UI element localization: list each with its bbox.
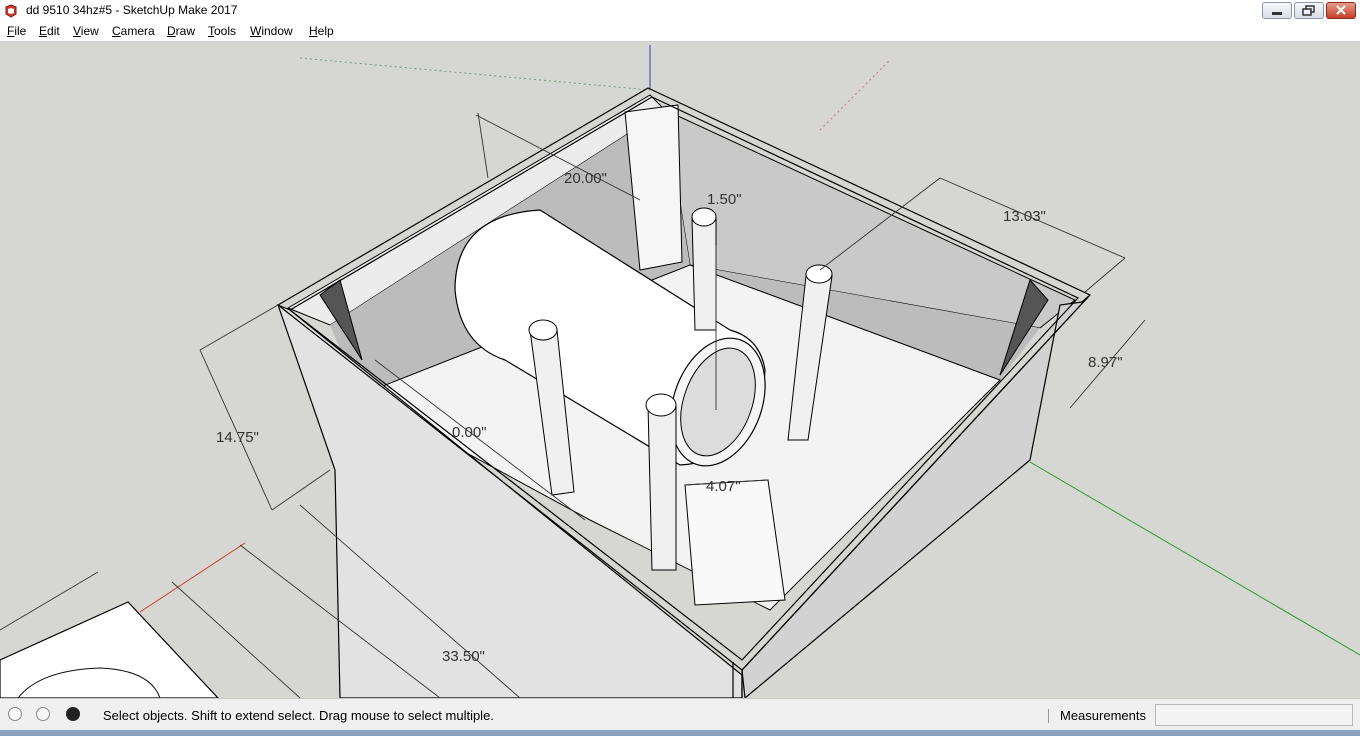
minimize-icon (1272, 12, 1282, 15)
restore-button[interactable] (1294, 2, 1324, 19)
menu-bar: File Edit View Camera Draw Tools Window … (0, 22, 1360, 42)
port-slot[interactable] (684, 479, 786, 606)
restore-icon (1302, 5, 1315, 16)
close-icon (1336, 5, 1346, 15)
menu-help[interactable]: Help (309, 24, 334, 38)
red-axis (139, 542, 246, 613)
dim-1-5-label: 1.50" (707, 191, 742, 208)
measurements-input[interactable] (1155, 704, 1353, 726)
menu-draw[interactable]: Draw (167, 24, 195, 38)
red-axis-dotted (819, 59, 891, 131)
geo-location-icon[interactable] (8, 707, 22, 721)
green-axis-dotted (299, 57, 651, 91)
measurements-label: Measurements (1060, 708, 1146, 723)
model-scene[interactable]: 20.00" 13.03" 1.50" 8.97" 14.75" 0.00" 4… (0, 42, 1360, 698)
menu-tools[interactable]: Tools (208, 24, 236, 38)
minimize-button[interactable] (1262, 2, 1292, 19)
info-icon[interactable] (36, 707, 50, 721)
status-separator (1048, 709, 1049, 723)
menu-file[interactable]: File (7, 24, 26, 38)
dim-33-5-label: 33.50" (442, 648, 485, 665)
green-axis (1029, 461, 1360, 656)
close-button[interactable] (1326, 2, 1356, 19)
user-icon[interactable] (66, 707, 80, 721)
dim-13-label: 13.03" (1003, 208, 1046, 225)
dim-4-07-label: 4.07" (706, 478, 741, 495)
taskbar-edge (0, 730, 1360, 736)
3d-viewport[interactable]: 20.00" 13.03" 1.50" 8.97" 14.75" 0.00" 4… (0, 42, 1360, 698)
menu-view[interactable]: View (73, 24, 99, 38)
dim-20-label: 20.00" (564, 170, 607, 187)
dim-14-75-label: 14.75" (216, 429, 259, 446)
window-title: dd 9510 34hz#5 - SketchUp Make 2017 (26, 3, 238, 17)
sketchup-logo-icon (5, 4, 17, 18)
menu-camera[interactable]: Camera (112, 24, 155, 38)
flat-panel[interactable] (0, 601, 219, 698)
title-bar: dd 9510 34hz#5 - SketchUp Make 2017 (0, 0, 1360, 22)
menu-window[interactable]: Window (250, 24, 293, 38)
dowel-1[interactable] (691, 207, 717, 331)
dim-8-97-label: 8.97" (1088, 354, 1123, 371)
menu-edit[interactable]: Edit (39, 24, 60, 38)
dim-inner-label: 0.00" (452, 424, 487, 441)
status-hint: Select objects. Shift to extend select. … (103, 708, 494, 723)
